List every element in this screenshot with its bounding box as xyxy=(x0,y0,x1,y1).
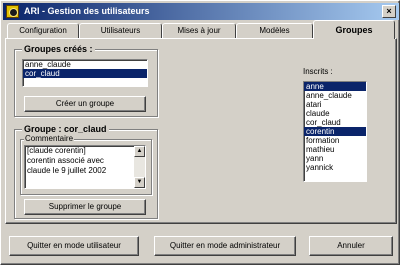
commentaire-label: Commentaire xyxy=(24,134,75,143)
tab-groupes[interactable]: Groupes xyxy=(313,20,395,39)
scroll-down-icon[interactable]: ▼ xyxy=(134,177,145,188)
tab-utilisateurs[interactable]: Utilisateurs xyxy=(79,23,162,38)
comment-line: corentin associé avec xyxy=(27,156,104,165)
commentaire-textarea[interactable]: [claude corentin] corentin associé avec … xyxy=(24,145,146,189)
list-item[interactable]: mathieu xyxy=(304,145,366,154)
scroll-up-icon[interactable]: ▲ xyxy=(134,146,145,157)
quit-admin-mode-button[interactable]: Quitter en mode administrateur xyxy=(154,236,296,256)
inscrits-label: Inscrits : xyxy=(303,67,333,76)
tab-mises-a-jour[interactable]: Mises à jour xyxy=(162,23,236,38)
comment-line: [claude corentin] xyxy=(27,146,86,155)
app-icon xyxy=(6,5,19,18)
list-item[interactable]: cor_claud xyxy=(23,69,147,78)
window-title: ARI - Gestion des utilisateurs xyxy=(24,6,150,16)
list-item[interactable]: corentin xyxy=(304,127,366,136)
list-item[interactable]: yann xyxy=(304,154,366,163)
groupes-list[interactable]: anne_claude cor_claud xyxy=(22,59,148,87)
list-item[interactable]: anne_claude xyxy=(304,91,366,100)
delete-group-button[interactable]: Supprimer le groupe xyxy=(24,199,146,215)
list-item[interactable]: cor_claud xyxy=(304,118,366,127)
groupe-label: Groupe : cor_claud xyxy=(22,124,109,134)
list-item[interactable]: anne_claude xyxy=(23,60,147,69)
title-bar[interactable]: ARI - Gestion des utilisateurs × xyxy=(3,3,399,20)
list-item[interactable]: formation xyxy=(304,136,366,145)
list-item[interactable]: yannick xyxy=(304,163,366,172)
tab-configuration[interactable]: Configuration xyxy=(7,23,79,38)
list-item[interactable]: atari xyxy=(304,100,366,109)
cancel-button[interactable]: Annuler xyxy=(309,236,393,256)
create-group-button[interactable]: Créer un groupe xyxy=(24,96,146,112)
groupes-crees-label: Groupes créés : xyxy=(22,44,95,54)
list-item[interactable]: claude xyxy=(304,109,366,118)
comment-line: claude le 9 juillet 2002 xyxy=(27,166,107,175)
list-item[interactable]: anne xyxy=(304,82,366,91)
quit-user-mode-button[interactable]: Quitter en mode utilisateur xyxy=(9,236,139,256)
close-button[interactable]: × xyxy=(382,5,396,18)
tab-panel-groupes: Groupes créés : anne_claude cor_claud Cr… xyxy=(5,38,397,224)
tab-modeles[interactable]: Modèles xyxy=(236,23,313,38)
comment-scrollbar[interactable]: ▲ ▼ xyxy=(134,146,145,188)
inscrits-list[interactable]: anne anne_claude atari claude cor_claud … xyxy=(303,81,367,182)
main-window: ARI - Gestion des utilisateurs × Configu… xyxy=(0,0,400,265)
